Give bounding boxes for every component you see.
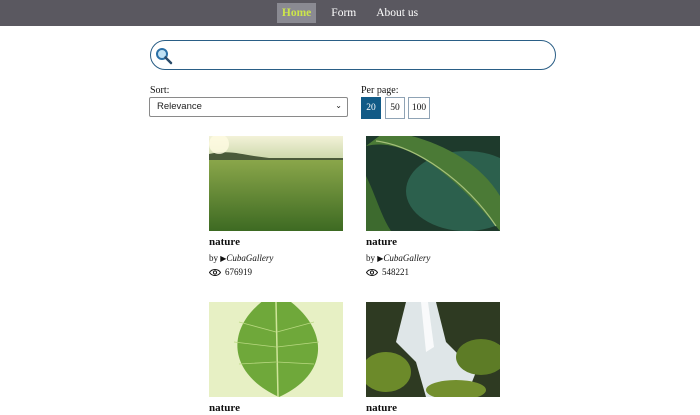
author-link[interactable]: CubaGallery — [226, 253, 273, 263]
card-title[interactable]: nature — [209, 402, 240, 414]
nav-form-link[interactable]: Form — [326, 3, 361, 23]
nav-home-link[interactable]: Home — [276, 3, 317, 23]
card-title[interactable]: nature — [366, 236, 397, 248]
chevron-down-icon: ⌄ — [335, 101, 342, 110]
eye-icon — [209, 268, 221, 276]
gallery-card[interactable]: nature by ▶CubaGallery 676919 — [209, 136, 343, 277]
views-count: 676919 — [225, 267, 252, 277]
sort-label: Sort: — [150, 85, 170, 96]
card-views: 548221 — [366, 267, 409, 277]
card-title[interactable]: nature — [209, 236, 240, 248]
card-author-line: by ▶CubaGallery — [366, 253, 430, 263]
search-bar — [150, 40, 556, 70]
per-page-20-button[interactable]: 20 — [361, 97, 381, 119]
search-input[interactable] — [175, 44, 549, 68]
card-author-line: by ▶CubaGallery — [209, 253, 273, 263]
gallery-card[interactable]: nature — [209, 302, 343, 414]
sort-selected-value: Relevance — [157, 101, 202, 112]
card-image[interactable] — [366, 136, 500, 231]
card-views: 676919 — [209, 267, 252, 277]
card-title[interactable]: nature — [366, 402, 397, 414]
per-page-50-button[interactable]: 50 — [385, 97, 405, 119]
per-page-label: Per page: — [361, 85, 399, 96]
author-link[interactable]: CubaGallery — [383, 253, 430, 263]
views-count: 548221 — [382, 267, 409, 277]
nav-about-link[interactable]: About us — [371, 3, 423, 23]
card-image[interactable] — [209, 302, 343, 397]
search-icon — [156, 48, 173, 65]
per-page-100-button[interactable]: 100 — [408, 97, 430, 119]
sort-select[interactable]: Relevance ⌄ — [149, 97, 348, 117]
gallery-card[interactable]: nature — [366, 302, 500, 414]
card-image[interactable] — [209, 136, 343, 231]
by-label: by — [366, 253, 375, 263]
by-label: by — [209, 253, 218, 263]
eye-icon — [366, 268, 378, 276]
card-image[interactable] — [366, 302, 500, 397]
gallery-card[interactable]: nature by ▶CubaGallery 548221 — [366, 136, 500, 277]
top-nav: Home Form About us — [0, 0, 700, 26]
